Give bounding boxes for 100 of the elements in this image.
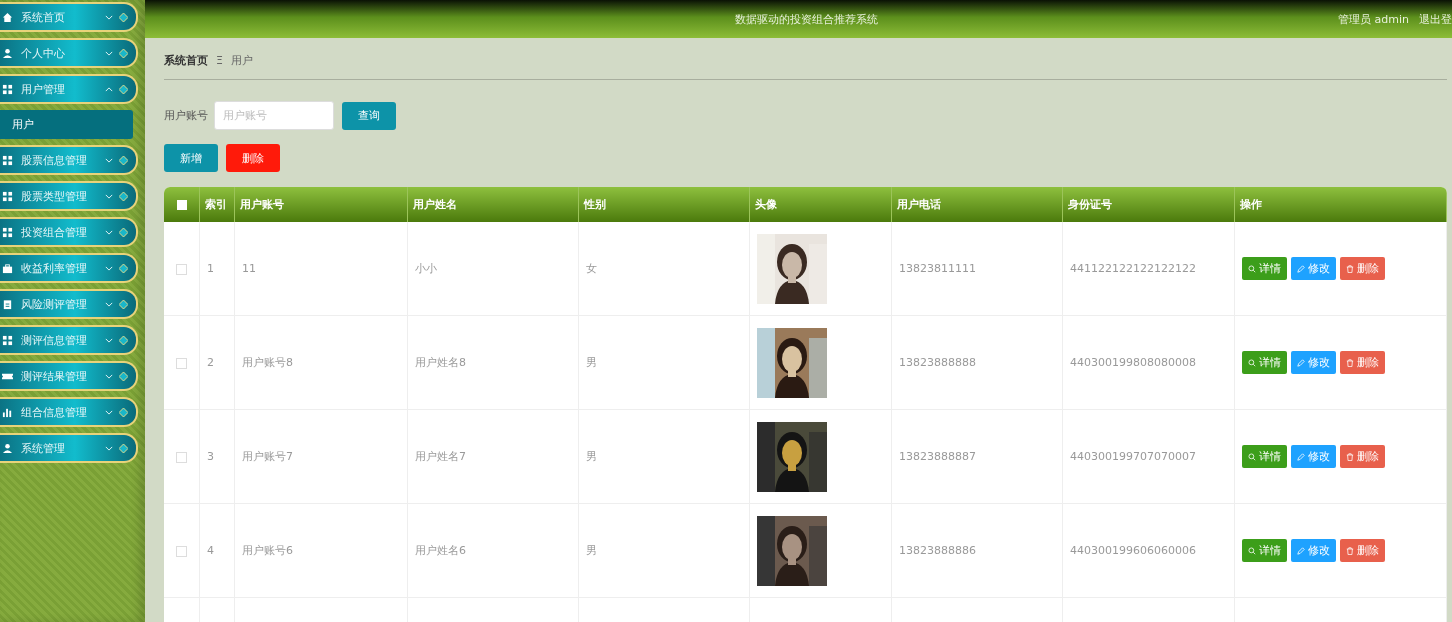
diamond-icon	[119, 371, 128, 381]
sidebar-item[interactable]: 投资组合管理	[0, 217, 138, 247]
sidebar-item[interactable]: 组合信息管理	[0, 397, 138, 427]
sidebar-item-label: 用户管理	[21, 81, 66, 97]
trash-icon	[1346, 358, 1354, 367]
sidebar-item[interactable]: 测评信息管理	[0, 325, 138, 355]
column-header: 索引	[205, 198, 227, 211]
delete-button[interactable]: 删除	[1340, 351, 1385, 374]
search-icon	[1248, 264, 1256, 273]
sidebar-item[interactable]: 测评结果管理	[0, 361, 138, 391]
row-checkbox[interactable]	[176, 545, 187, 557]
grid-icon	[2, 83, 13, 95]
sidebar-item-label: 股票信息管理	[21, 152, 88, 168]
sidebar-item-label: 测评信息管理	[21, 332, 88, 348]
sidebar-subitem[interactable]: 用户	[0, 110, 133, 139]
column-header: 操作	[1240, 198, 1262, 211]
search-icon	[1248, 358, 1256, 367]
diamond-icon	[119, 407, 128, 417]
search-label: 用户账号	[164, 108, 208, 123]
sidebar-item-label: 收益利率管理	[21, 260, 88, 276]
logout-link[interactable]: 退出登	[1419, 11, 1452, 27]
table-cell: 11	[242, 262, 256, 275]
edit-button[interactable]: 修改	[1291, 539, 1336, 562]
diamond-icon	[119, 191, 128, 201]
table-cell: 用户姓名6	[415, 544, 466, 557]
sidebar-item-label: 组合信息管理	[21, 404, 88, 420]
sidebar-item-label: 测评结果管理	[21, 368, 88, 384]
table-cell: 用户账号7	[242, 450, 293, 463]
grid-icon	[2, 190, 13, 202]
diamond-icon	[119, 263, 128, 273]
column-header: 性别	[584, 198, 606, 211]
add-button[interactable]: 新增	[164, 144, 218, 172]
table-cell: 4	[207, 544, 214, 557]
table-cell: 1	[207, 262, 214, 275]
pencil-icon	[1297, 546, 1305, 555]
row-checkbox[interactable]	[176, 263, 187, 275]
sidebar-item[interactable]: 个人中心	[0, 38, 138, 68]
table-cell: 用户账号6	[242, 544, 293, 557]
table-cell: 用户姓名7	[415, 450, 466, 463]
clipboard-icon	[2, 298, 13, 310]
table-cell: 男	[586, 450, 597, 463]
table-cell: 13823811111	[899, 262, 976, 275]
sidebar-item[interactable]: 股票信息管理	[0, 145, 138, 175]
edit-button[interactable]: 修改	[1291, 351, 1336, 374]
sidebar-item-label: 系统首页	[21, 9, 66, 25]
sidebar-item[interactable]: 股票类型管理	[0, 181, 138, 211]
table-cell: 440300199606060006	[1070, 544, 1196, 557]
table-cell: 440300199707070007	[1070, 450, 1196, 463]
details-button[interactable]: 详情	[1242, 539, 1287, 562]
row-checkbox[interactable]	[176, 451, 187, 463]
sidebar-item[interactable]: 风险测评管理	[0, 289, 138, 319]
details-button[interactable]: 详情	[1242, 445, 1287, 468]
delete-button[interactable]: 删除	[1340, 445, 1385, 468]
diamond-icon	[119, 443, 128, 453]
column-header: 用户账号	[240, 198, 284, 211]
sidebar-item-label: 股票类型管理	[21, 188, 88, 204]
grid-icon	[2, 226, 13, 238]
sidebar-item-label: 个人中心	[21, 45, 66, 61]
edit-button[interactable]: 修改	[1291, 257, 1336, 280]
table-cell: 用户账号8	[242, 356, 293, 369]
delete-button[interactable]: 删除	[226, 144, 280, 172]
table-cell: 男	[586, 544, 597, 557]
diamond-icon	[119, 299, 128, 309]
diamond-icon	[119, 227, 128, 237]
select-all-checkbox[interactable]	[176, 200, 187, 210]
details-button[interactable]: 详情	[1242, 257, 1287, 280]
pencil-icon	[1297, 452, 1305, 461]
pencil-icon	[1297, 264, 1305, 273]
delete-button[interactable]: 删除	[1340, 539, 1385, 562]
row-checkbox[interactable]	[176, 357, 187, 369]
trash-icon	[1346, 264, 1354, 273]
details-button[interactable]: 详情	[1242, 351, 1287, 374]
bar-chart-icon	[2, 406, 13, 418]
diamond-icon	[119, 335, 128, 345]
edit-button[interactable]: 修改	[1291, 445, 1336, 468]
sidebar-item[interactable]: 收益利率管理	[0, 253, 138, 283]
breadcrumb-link[interactable]: 系统首页	[164, 53, 208, 68]
sidebar-item[interactable]: 系统管理	[0, 433, 138, 463]
grid-icon	[2, 334, 13, 346]
admin-label: 管理员 admin	[1338, 11, 1409, 27]
home-icon	[2, 11, 13, 23]
diamond-icon	[119, 12, 128, 22]
sidebar-item-label: 投资组合管理	[21, 224, 88, 240]
column-header: 用户姓名	[413, 198, 457, 211]
table-cell: 13823888886	[899, 544, 976, 557]
table-cell: 男	[586, 356, 597, 369]
sidebar-item[interactable]: 系统首页	[0, 2, 138, 32]
column-header: 头像	[755, 198, 777, 211]
sidebar-item[interactable]: 用户管理	[0, 74, 138, 104]
person-icon	[2, 47, 13, 59]
table-cell: 2	[207, 356, 214, 369]
delete-button[interactable]: 删除	[1340, 257, 1385, 280]
table-cell: 小小	[415, 262, 437, 275]
search-button[interactable]: 查询	[342, 101, 396, 130]
grid-icon	[2, 154, 13, 166]
table-cell: 用户姓名8	[415, 356, 466, 369]
sidebar-item-label: 风险测评管理	[21, 296, 88, 312]
column-header: 用户电话	[897, 198, 941, 211]
briefcase-icon	[2, 262, 13, 274]
table-cell: 441122122122122122	[1070, 262, 1196, 275]
